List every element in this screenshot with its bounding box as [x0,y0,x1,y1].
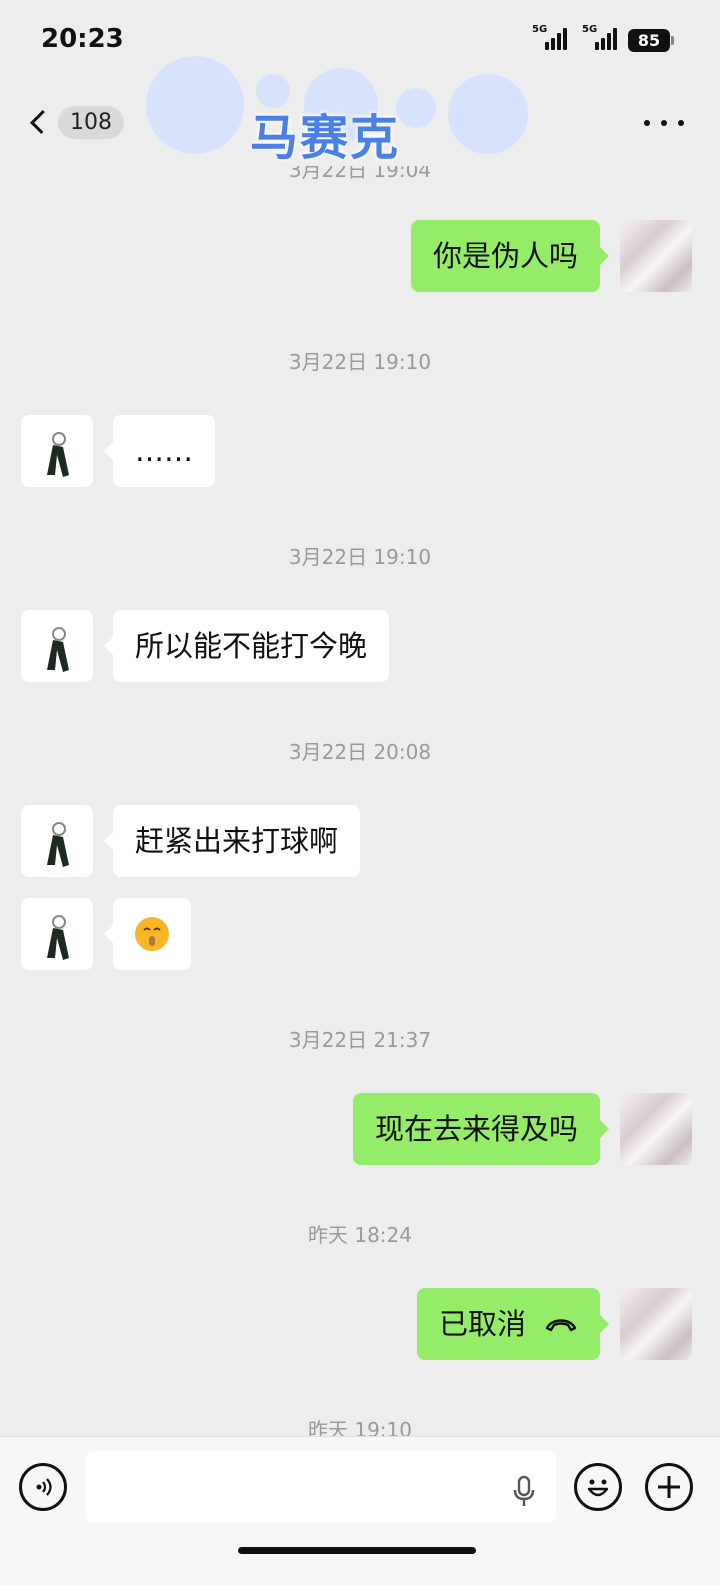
mic-icon[interactable] [512,1475,536,1509]
contact-avatar-icon [47,432,69,477]
my-avatar[interactable] [620,1093,692,1165]
received-emoji-message[interactable] [104,898,191,970]
contact-avatar[interactable] [21,805,93,877]
call-cancelled-message[interactable]: 已取消 [416,1288,610,1360]
battery-icon: 85 [628,29,674,52]
contact-avatar[interactable] [21,898,93,970]
contact-avatar[interactable] [21,610,93,682]
more-actions-button[interactable] [645,1463,693,1511]
more-button[interactable] [644,108,684,138]
shush-face-emoji-icon [135,917,169,951]
plus-icon [658,1476,680,1498]
message-input[interactable] [86,1451,556,1523]
input-bar [0,1436,720,1585]
chat-title[interactable]: 马赛克 [250,98,400,168]
timestamp: 3月22日 19:04 [288,166,432,182]
status-time: 20:23 [41,24,124,54]
my-avatar[interactable] [620,1288,692,1360]
voice-toggle-icon [36,1478,52,1496]
chat-header: 108 马赛克 [0,56,720,168]
sent-message[interactable]: 你是伪人吗 [410,220,610,292]
emoji-button[interactable] [574,1463,622,1511]
signal-icon-2: 5G [576,24,617,50]
home-indicator[interactable] [238,1547,476,1554]
emoji-icon [587,1479,609,1497]
contact-avatar-icon [47,627,69,672]
timestamp: 3月22日 19:10 [288,545,432,569]
hangup-icon [545,1319,577,1332]
back-button[interactable]: 108 [24,102,124,142]
sent-message[interactable]: 现在去来得及吗 [352,1093,610,1165]
my-avatar[interactable] [620,220,692,292]
chevron-left-icon [29,109,55,135]
received-message[interactable]: 赶紧出来打球啊 [103,805,361,877]
received-message[interactable]: …… [104,415,215,487]
voice-toggle-button[interactable] [19,1463,67,1511]
more-icon [644,120,650,126]
contact-avatar[interactable] [21,415,93,487]
call-status-label: 已取消 [438,1307,526,1341]
received-message[interactable]: 所以能不能打今晚 [103,610,390,682]
contact-avatar-icon [47,822,69,867]
unread-badge: 108 [58,105,124,139]
timestamp: 昨天 18:24 [308,1223,412,1247]
signal-icon: 5G [532,24,567,50]
contact-avatar-icon [47,915,69,960]
timestamp: 昨天 19:10 [308,1418,412,1436]
timestamp: 3月22日 21:37 [288,1028,432,1052]
timestamp: 3月22日 20:08 [288,740,432,764]
timestamp: 3月22日 19:10 [288,350,432,374]
message-list[interactable]: 3月22日 19:04 你是伪人吗 3月22日 19:10 …… 3月22日 1… [0,166,720,1436]
